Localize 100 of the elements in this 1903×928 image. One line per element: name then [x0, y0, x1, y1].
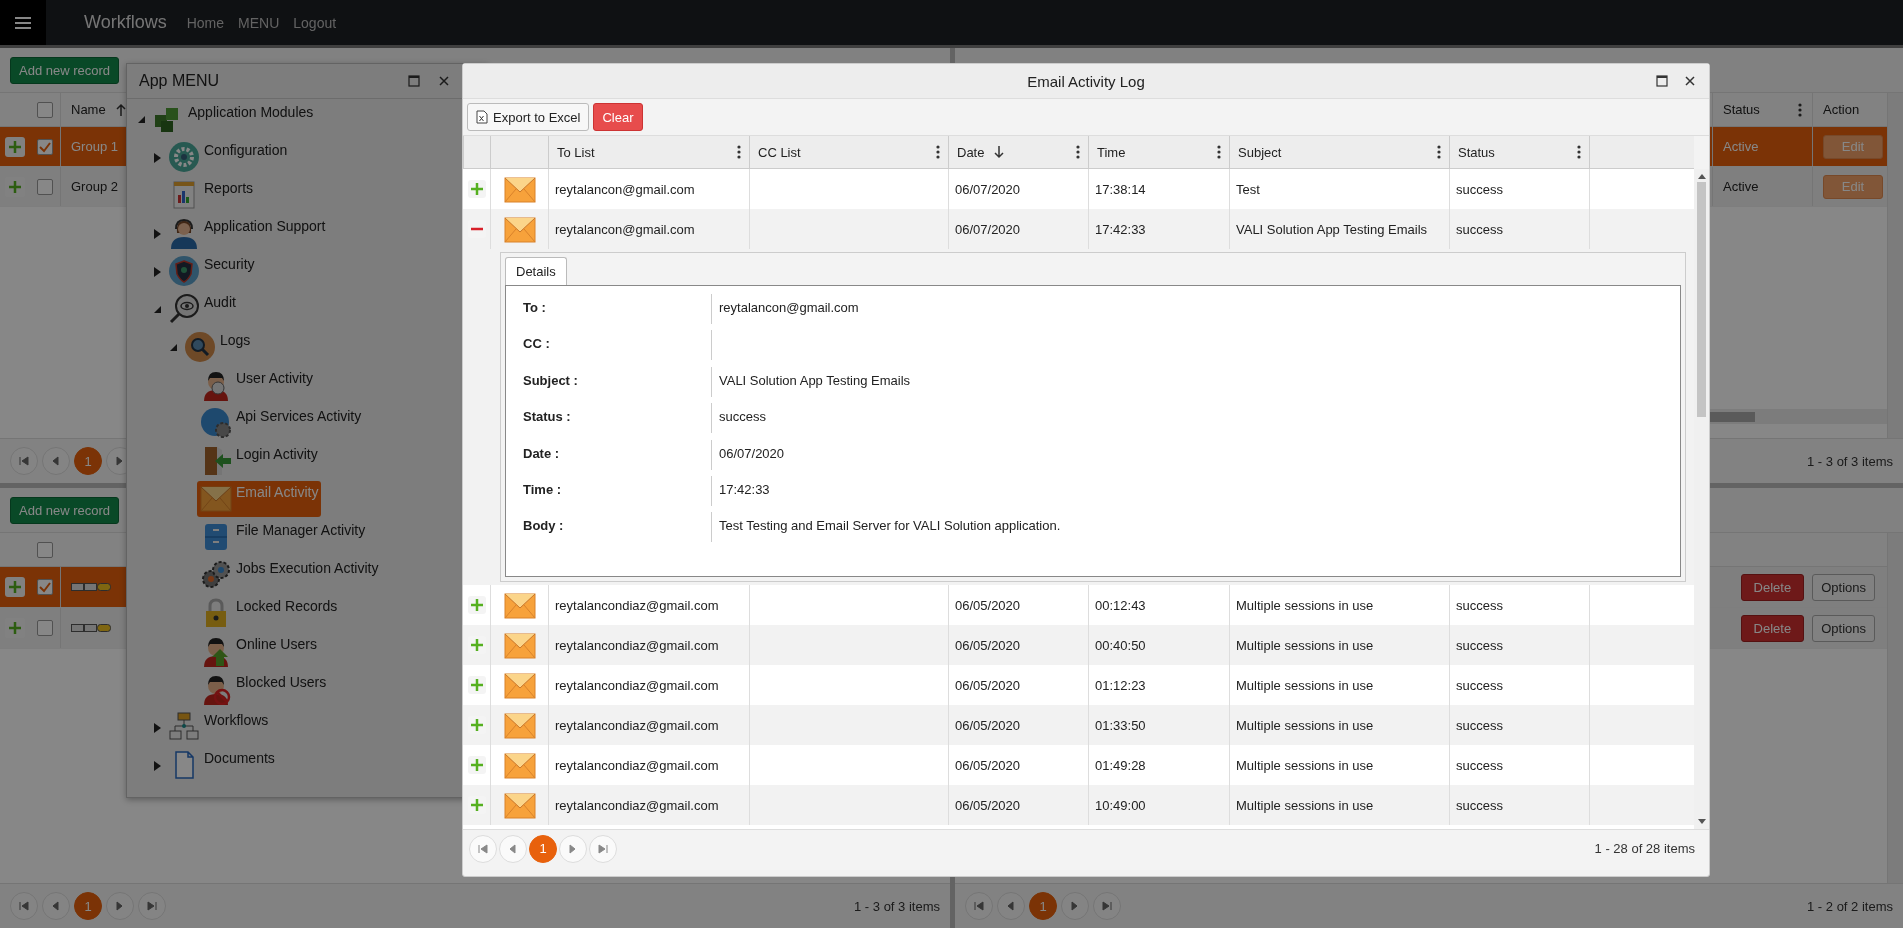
nav-link[interactable]: Home: [186, 14, 225, 31]
tree-item[interactable]: Api Services Activity: [197, 405, 365, 441]
menu-button[interactable]: [0, 0, 46, 45]
tree-item[interactable]: Blocked Users: [197, 671, 330, 707]
first-page-button[interactable]: [10, 447, 38, 475]
brand-title[interactable]: Workflows: [84, 12, 167, 33]
column-menu-icon[interactable]: [1076, 145, 1080, 159]
tree-item[interactable]: Login Activity: [197, 443, 321, 479]
envelope-icon: [502, 630, 537, 660]
scroll-down-icon[interactable]: [1697, 819, 1706, 825]
column-header[interactable]: Subject: [1229, 136, 1449, 168]
nav-link[interactable]: Logout: [293, 14, 337, 31]
next-page-button[interactable]: [106, 892, 134, 920]
tree-item[interactable]: Audit: [165, 291, 239, 327]
expand-toggle-icon[interactable]: [152, 760, 162, 772]
row-expand-button[interactable]: [467, 676, 486, 694]
previous-page-button[interactable]: [997, 892, 1025, 920]
clear-button[interactable]: Clear: [593, 103, 643, 131]
dialog-title: Email Activity Log: [1027, 72, 1145, 90]
column-header[interactable]: Time: [1088, 136, 1229, 168]
collapse-toggle-icon[interactable]: [152, 304, 162, 316]
row-checkbox[interactable]: [37, 620, 53, 636]
field-label: Subject :: [506, 366, 712, 397]
tree-item[interactable]: Documents: [165, 747, 278, 783]
last-page-button[interactable]: [589, 834, 617, 863]
options-button[interactable]: Options: [1812, 573, 1875, 601]
table-cell: 06/05/2020: [948, 785, 1088, 825]
plus-icon: [8, 139, 22, 154]
details-tab[interactable]: Details: [505, 257, 567, 285]
row-expand-button[interactable]: [467, 180, 486, 198]
tree-item[interactable]: User Activity: [197, 367, 316, 403]
column-header[interactable]: Status: [1449, 136, 1589, 168]
tree-item[interactable]: Online Users: [197, 633, 320, 669]
row-expand-button[interactable]: [467, 596, 486, 614]
segment-bar-icon: [71, 624, 111, 632]
vertical-scrollbar[interactable]: [1694, 169, 1709, 829]
page-number-button[interactable]: 1: [74, 447, 102, 475]
last-page-button[interactable]: [1093, 892, 1121, 920]
tree-item[interactable]: Application Support: [165, 215, 329, 251]
row-checkbox[interactable]: [37, 138, 53, 155]
delete-button[interactable]: Delete: [1740, 573, 1805, 601]
column-menu-icon[interactable]: [737, 145, 741, 159]
expand-toggle-icon[interactable]: [152, 228, 162, 240]
column-menu-icon[interactable]: [1437, 145, 1441, 159]
column-menu-icon[interactable]: [1798, 102, 1802, 117]
pager-info: 1 - 3 of 3 items: [1807, 453, 1893, 469]
column-header[interactable]: Date: [948, 136, 1088, 168]
first-page-button[interactable]: [965, 892, 993, 920]
row-checkbox[interactable]: [37, 579, 53, 595]
add-record-button[interactable]: Add new record: [10, 496, 120, 524]
tree-item[interactable]: Logs: [181, 329, 254, 365]
column-header[interactable]: Status: [1712, 93, 1812, 126]
previous-page-button[interactable]: [42, 447, 70, 475]
pager-info: 1 - 28 of 28 items: [1594, 841, 1695, 856]
tree-item[interactable]: Jobs Execution Activity: [197, 557, 382, 593]
expand-button[interactable]: [5, 136, 25, 157]
first-page-button[interactable]: [469, 834, 497, 863]
tree-item[interactable]: Email Activity: [197, 481, 322, 517]
expand-toggle-icon[interactable]: [152, 152, 162, 164]
field-value: Test Testing and Email Server for VALI Solution application.: [719, 518, 1061, 534]
last-page-icon: [597, 842, 609, 855]
first-page-icon: [18, 900, 30, 912]
column-menu-icon[interactable]: [936, 145, 940, 159]
row-checkbox[interactable]: [37, 178, 53, 195]
maximize-button[interactable]: [1653, 72, 1671, 90]
page-number-button[interactable]: 1: [529, 834, 557, 863]
expand-toggle-icon[interactable]: [152, 266, 162, 278]
first-page-button[interactable]: [10, 892, 38, 920]
field-value: VALI Solution App Testing Emails: [719, 372, 911, 388]
segment-bar-icon: [71, 583, 111, 591]
last-page-button[interactable]: [138, 892, 166, 920]
previous-page-button[interactable]: [499, 834, 527, 863]
page-number-button[interactable]: 1: [1029, 892, 1057, 920]
column-header[interactable]: CC List: [749, 136, 948, 168]
tree-item[interactable]: Workflows: [165, 709, 272, 745]
select-all-checkbox[interactable]: [37, 541, 53, 558]
next-page-button[interactable]: [559, 834, 587, 863]
expand-button[interactable]: [5, 577, 25, 597]
tree-item[interactable]: Security: [165, 253, 258, 289]
export-excel-button[interactable]: Export to Excel: [467, 103, 590, 131]
previous-page-button[interactable]: [42, 892, 70, 920]
page-number-button[interactable]: 1: [74, 892, 102, 920]
column-menu-icon[interactable]: [1577, 145, 1581, 159]
delete-button[interactable]: Delete: [1740, 614, 1805, 642]
next-page-button[interactable]: [1061, 892, 1089, 920]
vertical-scrollbar[interactable]: [1887, 93, 1903, 438]
expand-toggle-icon[interactable]: [152, 722, 162, 734]
column-menu-icon[interactable]: [1217, 145, 1221, 159]
collapse-toggle-icon[interactable]: [168, 342, 178, 354]
scrollbar-thumb[interactable]: [1697, 182, 1706, 417]
collapse-toggle-icon[interactable]: [136, 114, 146, 126]
column-header[interactable]: To List: [548, 136, 749, 168]
scroll-up-icon[interactable]: [1697, 173, 1706, 179]
add-record-button[interactable]: Add new record: [10, 56, 120, 84]
nav-link[interactable]: MENU: [238, 14, 280, 31]
row-expand-button[interactable]: [467, 756, 486, 774]
options-button[interactable]: Options: [1812, 614, 1875, 642]
tree-item[interactable]: File Manager Activity: [197, 519, 369, 555]
select-all-checkbox[interactable]: [37, 101, 53, 118]
tree-item[interactable]: Locked Records: [197, 595, 341, 631]
